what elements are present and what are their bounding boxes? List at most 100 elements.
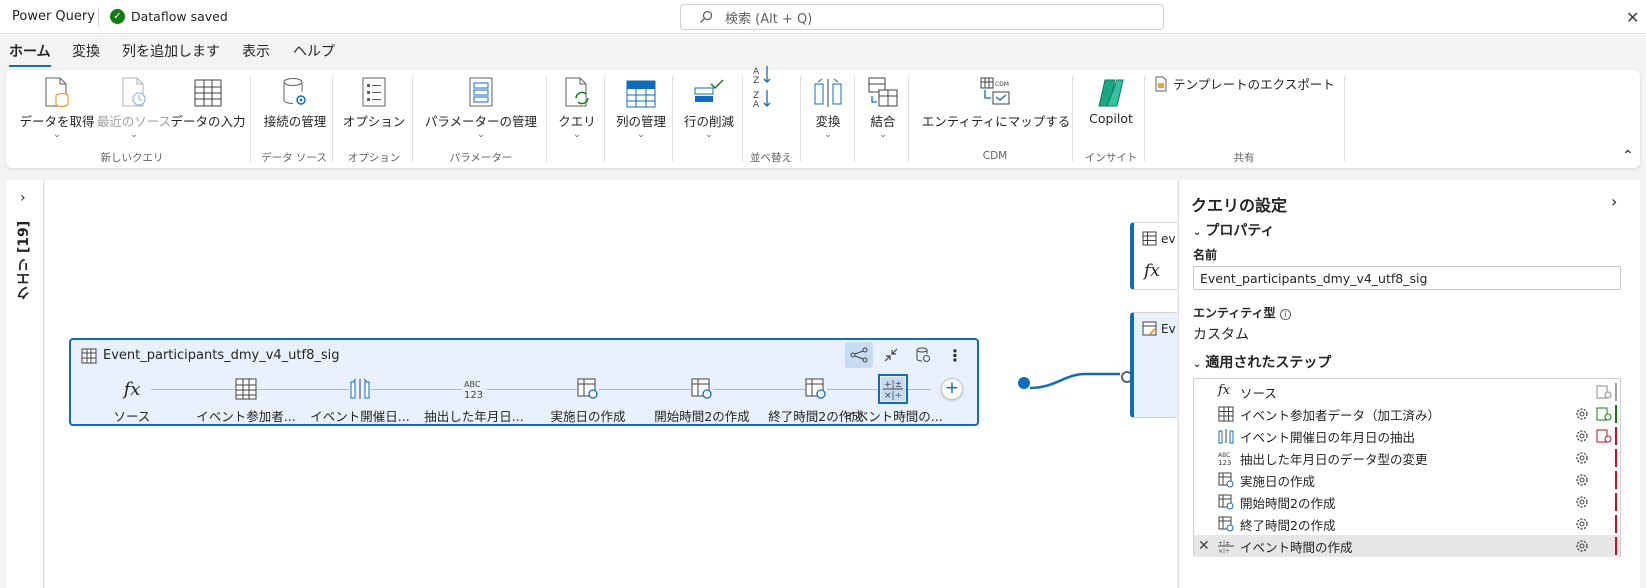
- title-bar: Power Query ✓ Dataflow saved 検索 (Alt + Q…: [0, 0, 1646, 34]
- applied-step-label: イベント開催日の年月日の抽出: [1240, 429, 1416, 445]
- export-template-label: テンプレートのエクスポート: [1173, 77, 1335, 92]
- partial-query-card[interactable]: ev fx: [1130, 222, 1177, 290]
- reduce-rows-button[interactable]: 行の削減 ⌄: [678, 74, 740, 140]
- collapse-steps-button[interactable]: [877, 342, 905, 368]
- tab-add-column[interactable]: 列を追加します: [122, 41, 220, 61]
- applied-step-row[interactable]: 開始時間2の作成: [1194, 491, 1620, 513]
- diagram-step-label: 開始時間2の作成: [654, 409, 750, 424]
- formula-icon: +|±×|÷: [1218, 540, 1234, 554]
- close-settings-icon[interactable]: ›: [1611, 192, 1617, 211]
- search-placeholder: 検索 (Alt + Q): [725, 11, 813, 27]
- applied-step-row[interactable]: イベント参加者データ（加工済み）: [1194, 403, 1620, 425]
- custom-column-icon: [1218, 472, 1234, 488]
- show-lineage-button[interactable]: [845, 342, 873, 368]
- diagram-step[interactable]: イベント参加者...: [189, 376, 303, 425]
- applied-steps-header[interactable]: ⌄ 適用されたステップ: [1193, 352, 1331, 372]
- chevron-down-icon: ⌄: [53, 130, 61, 140]
- delete-step-icon[interactable]: ✕: [1198, 538, 1210, 554]
- combine-button[interactable]: 結合 ⌄: [860, 74, 906, 140]
- chevron-down-icon: ⌄: [705, 130, 713, 140]
- properties-header[interactable]: ⌄ プロパティ: [1193, 220, 1275, 240]
- applied-step-row[interactable]: 終了時間2の作成: [1194, 513, 1620, 535]
- applied-step-label: イベント時間の作成: [1240, 539, 1353, 555]
- gear-icon[interactable]: [1574, 494, 1590, 510]
- table-icon: [1218, 406, 1234, 422]
- transform-button[interactable]: 変換 ⌄: [806, 74, 850, 140]
- fx-icon: fx: [1218, 383, 1231, 398]
- expand-queries-icon[interactable]: ›: [20, 190, 26, 206]
- step-status-icon: [1596, 385, 1612, 399]
- applied-step-label: イベント参加者データ（加工済み）: [1240, 407, 1441, 423]
- check-circle-icon: ✓: [110, 9, 125, 24]
- applied-step-row[interactable]: イベント開催日の年月日の抽出: [1194, 425, 1620, 447]
- query-name-input[interactable]: [1193, 266, 1621, 290]
- info-icon[interactable]: i: [1279, 309, 1291, 320]
- copilot-button[interactable]: Copilot: [1080, 74, 1142, 126]
- diagram-step[interactable]: 開始時間2の作成: [645, 376, 759, 425]
- gear-icon[interactable]: [1574, 472, 1590, 488]
- query-card-toolbar: ⋮: [845, 342, 969, 368]
- collapse-ribbon-icon[interactable]: ⌃: [1622, 148, 1634, 164]
- options-list-icon: [362, 77, 386, 107]
- add-step-button[interactable]: +: [941, 378, 963, 400]
- get-data-button[interactable]: データを取得 ⌄: [14, 74, 100, 140]
- group-label-data-source: データ ソース: [261, 152, 327, 164]
- step-indicator-bar: [1615, 515, 1617, 533]
- reduce-rows-icon: [694, 79, 724, 102]
- applied-step-row[interactable]: 実施日の作成: [1194, 469, 1620, 491]
- applied-step-row[interactable]: fx ソース: [1194, 381, 1620, 403]
- tab-view[interactable]: 表示: [242, 41, 270, 61]
- gear-icon[interactable]: [1574, 538, 1590, 554]
- partial-query-card[interactable]: Ev: [1130, 312, 1177, 418]
- query-card[interactable]: Event_participants_dmy_v4_utf8_sig ⋮ fx …: [69, 338, 979, 426]
- step-indicator-bar: [1615, 383, 1617, 401]
- step-indicator-bar: [1615, 471, 1617, 489]
- gear-icon[interactable]: [1574, 428, 1590, 444]
- queries-pane-label[interactable]: クエリ [19]: [14, 220, 34, 300]
- export-template-button[interactable]: テンプレートのエクスポート: [1154, 74, 1336, 93]
- diagram-step-selected[interactable]: +|± ×|÷ イベント時間の...: [841, 374, 945, 425]
- partial-card-title-text: Ev: [1161, 321, 1176, 336]
- ribbon-separator: [546, 76, 547, 162]
- table-edit-icon: [1142, 321, 1157, 336]
- entity-type-label: エンティティ型 i: [1193, 304, 1291, 321]
- output-port[interactable]: [1018, 377, 1030, 389]
- applied-step-row-selected[interactable]: ✕ +|± ×|÷ イベント時間の作成: [1194, 535, 1620, 557]
- manage-connections-label: 接続の管理: [263, 114, 327, 129]
- enter-data-button[interactable]: データの入力: [166, 74, 250, 130]
- applied-step-row[interactable]: ABC 123 抽出した年月日のデータ型の変更: [1194, 447, 1620, 469]
- diagram-step[interactable]: ABC 123 抽出した年月日...: [417, 376, 531, 425]
- close-icon[interactable]: ✕: [1626, 8, 1639, 27]
- get-data-icon: [45, 77, 69, 108]
- diagram-step[interactable]: 実施日の作成: [531, 376, 645, 425]
- options-button[interactable]: オプション: [340, 74, 408, 130]
- sort-button[interactable]: AZZA: [748, 66, 778, 111]
- copilot-icon: [1098, 79, 1124, 107]
- table-icon: [1142, 231, 1157, 246]
- applied-steps-header-text: 適用されたステップ: [1205, 355, 1332, 371]
- map-to-entity-button[interactable]: CDM エンティティにマップする: [916, 74, 1076, 130]
- query-refresh-icon: [565, 77, 589, 107]
- query-settings-button[interactable]: [909, 342, 937, 368]
- query-button[interactable]: クエリ ⌄: [552, 74, 602, 140]
- ribbon-separator: [412, 76, 413, 162]
- diagram-step[interactable]: イベント開催日...: [303, 376, 417, 425]
- gear-icon[interactable]: [1574, 406, 1590, 422]
- diagram-step[interactable]: fx ソース: [75, 376, 189, 425]
- manage-columns-button[interactable]: 列の管理 ⌄: [610, 74, 672, 140]
- more-options-button[interactable]: ⋮: [941, 342, 969, 368]
- diagram-canvas[interactable]: Event_participants_dmy_v4_utf8_sig ⋮ fx …: [45, 180, 1177, 588]
- gear-icon[interactable]: [1574, 450, 1590, 466]
- manage-connections-button[interactable]: 接続の管理: [258, 74, 332, 130]
- name-label: 名前: [1193, 248, 1218, 262]
- tab-transform[interactable]: 変換: [72, 41, 100, 61]
- gear-icon[interactable]: [1574, 516, 1590, 532]
- svg-text:ABC: ABC: [464, 380, 481, 389]
- tab-home[interactable]: ホーム: [9, 41, 51, 67]
- manage-parameters-button[interactable]: パラメーターの管理 ⌄: [420, 74, 542, 140]
- search-box[interactable]: 検索 (Alt + Q): [680, 4, 1164, 30]
- recent-sources-button[interactable]: 最近のソース ⌄: [94, 74, 174, 140]
- columns-icon: [626, 80, 656, 108]
- tab-help[interactable]: ヘルプ: [293, 41, 335, 61]
- recent-sources-icon: [122, 77, 146, 107]
